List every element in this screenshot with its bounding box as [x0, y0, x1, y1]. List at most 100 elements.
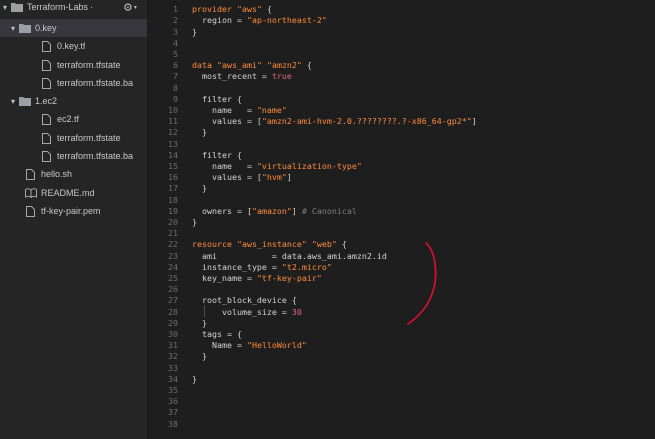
file-icon — [40, 40, 53, 52]
code-token: volume_size = — [192, 306, 292, 317]
tree-folder-1-ec2[interactable]: ▾ 1.ec2 — [0, 92, 147, 110]
file-tree-sidebar: ▾ Terraform-Labs · ⚙ ▾ ▾ 0.key 0.key.tf t… — [0, 0, 148, 439]
code-line[interactable]: 12 } — [148, 127, 655, 138]
code-token: owners = [ — [192, 205, 252, 216]
code-text: ami = data.aws_ami.amzn2.id — [192, 251, 387, 261]
line-number: 12 — [168, 127, 178, 138]
code-line[interactable]: 4 — [148, 37, 655, 48]
code-text: values = ["amzn2-ami-hvm-2.0.????????.?-… — [192, 116, 477, 126]
code-line[interactable]: 36 — [148, 396, 655, 407]
code-line[interactable]: 32 } — [148, 351, 655, 362]
code-line[interactable]: 33 — [148, 362, 655, 373]
chevron-down-icon[interactable]: ▾ — [0, 3, 10, 12]
tree-item-label: terraform.tfstate — [57, 60, 121, 70]
code-editor[interactable]: 1 provider "aws" {2 region = "ap-northeas… — [148, 0, 655, 439]
code-line[interactable]: 11 values = ["amzn2-ami-hvm-2.0.????????… — [148, 116, 655, 127]
code-token: "web" — [311, 239, 337, 250]
line-number: 3 — [173, 26, 178, 37]
code-line[interactable]: 26 — [148, 284, 655, 295]
code-line[interactable]: 30 tags = { — [148, 328, 655, 339]
code-line[interactable]: 7 most_recent = true — [148, 71, 655, 82]
code-line[interactable]: 22 resource "aws_instance" "web" { — [148, 239, 655, 250]
tree-file-hello-sh[interactable]: hello.sh — [0, 165, 147, 183]
code-line[interactable]: 6 data "aws_ami" "amzn2" { — [148, 60, 655, 71]
code-text: tags = { — [192, 329, 242, 339]
tree-item-label: terraform.tfstate.ba — [57, 151, 134, 161]
code-line[interactable]: 20} — [148, 216, 655, 227]
code-line[interactable]: 21 — [148, 228, 655, 239]
line-number: 22 — [168, 239, 178, 250]
indent-guide — [204, 305, 205, 317]
tree-file-tf-key-pair-pem[interactable]: tf-key-pair.pem — [0, 202, 147, 220]
code-line[interactable]: 5 — [148, 48, 655, 59]
tree-file-readme-md[interactable]: README.md — [0, 184, 147, 202]
code-line[interactable]: 37 — [148, 407, 655, 418]
code-token: name = — [192, 160, 257, 171]
code-line[interactable]: 1 provider "aws" { — [148, 4, 655, 15]
file-icon — [24, 205, 37, 217]
line-number: 27 — [168, 295, 178, 306]
code-line[interactable]: 10 name = "name" — [148, 104, 655, 115]
code-line[interactable]: 2 region = "ap-northeast-2" — [148, 15, 655, 26]
tree-item-label: ec2.tf — [57, 114, 80, 124]
code-line[interactable]: 14 filter { — [148, 149, 655, 160]
code-line[interactable]: 28 volume_size = 30 — [148, 306, 655, 317]
code-token: { — [336, 239, 347, 250]
file-icon — [40, 132, 53, 144]
code-text: volume_size = 30 — [192, 307, 302, 317]
code-text: } — [192, 318, 207, 328]
tree-item-label: README.md — [41, 188, 95, 198]
code-text: } — [192, 374, 197, 384]
code-text: filter { — [192, 94, 242, 104]
code-line[interactable]: 31 Name = "HelloWorld" — [148, 340, 655, 351]
code-line[interactable]: 19 owners = ["amazon"] # Canonical — [148, 205, 655, 216]
code-line[interactable]: 13 — [148, 138, 655, 149]
line-number: 23 — [168, 250, 178, 261]
chevron-down-icon[interactable]: ▾ — [8, 24, 18, 33]
code-text: filter { — [192, 150, 242, 160]
code-text: key_name = "tf-key-pair" — [192, 273, 322, 283]
code-token: most_recent = — [192, 71, 272, 82]
code-text: values = ["hvm"] — [192, 172, 292, 182]
code-token: ami = data.aws_ami.amzn2.id — [192, 250, 387, 261]
code-text: root_block_device { — [192, 295, 297, 305]
code-text: region = "ap-northeast-2" — [192, 15, 327, 25]
tree-file-terraform-tfstate-backup[interactable]: terraform.tfstate.ba — [0, 74, 147, 92]
code-text: } — [192, 183, 207, 193]
code-token: "tf-key-pair" — [256, 272, 322, 283]
code-line[interactable]: 27 root_block_device { — [148, 295, 655, 306]
tree-file-terraform-tfstate-backup[interactable]: terraform.tfstate.ba — [0, 147, 147, 165]
code-line[interactable]: 38 — [148, 418, 655, 429]
code-line[interactable]: 3} — [148, 26, 655, 37]
line-number: 19 — [168, 205, 178, 216]
code-line[interactable]: 23 ami = data.aws_ami.amzn2.id — [148, 250, 655, 261]
code-line[interactable]: 15 name = "virtualization-type" — [148, 160, 655, 171]
tree-file-ec2-tf[interactable]: ec2.tf — [0, 110, 147, 128]
code-line[interactable]: 25 key_name = "tf-key-pair" — [148, 272, 655, 283]
code-text: name = "virtualization-type" — [192, 161, 362, 171]
code-line[interactable]: 35 — [148, 384, 655, 395]
code-token: "t2.micro" — [281, 261, 332, 272]
tree-file-0-key-tf[interactable]: 0.key.tf — [0, 37, 147, 55]
code-token: values = [ — [192, 172, 262, 183]
line-number: 31 — [168, 340, 178, 351]
tree-file-terraform-tfstate[interactable]: terraform.tfstate — [0, 129, 147, 147]
tree-file-terraform-tfstate[interactable]: terraform.tfstate — [0, 56, 147, 74]
code-token: "virtualization-type" — [256, 160, 362, 171]
code-line[interactable]: 34} — [148, 373, 655, 384]
code-line[interactable]: 24 instance_type = "t2.micro" — [148, 261, 655, 272]
code-token: region = — [192, 15, 247, 26]
tree-item-label: 0.key — [35, 23, 57, 33]
code-line[interactable]: 18 — [148, 194, 655, 205]
code-line[interactable]: 29 } — [148, 317, 655, 328]
code-line[interactable]: 16 values = ["hvm"] — [148, 172, 655, 183]
tree-folder-0-key[interactable]: ▾ 0.key — [0, 19, 147, 37]
gear-icon[interactable]: ⚙ ▾ — [123, 0, 143, 14]
file-icon — [40, 113, 53, 125]
chevron-down-icon[interactable]: ▾ — [8, 97, 18, 106]
code-text: data "aws_ami" "amzn2" { — [192, 60, 312, 70]
code-line[interactable]: 8 — [148, 82, 655, 93]
code-line[interactable]: 17 } — [148, 183, 655, 194]
code-line[interactable]: 9 filter { — [148, 93, 655, 104]
folder-icon — [18, 96, 31, 107]
